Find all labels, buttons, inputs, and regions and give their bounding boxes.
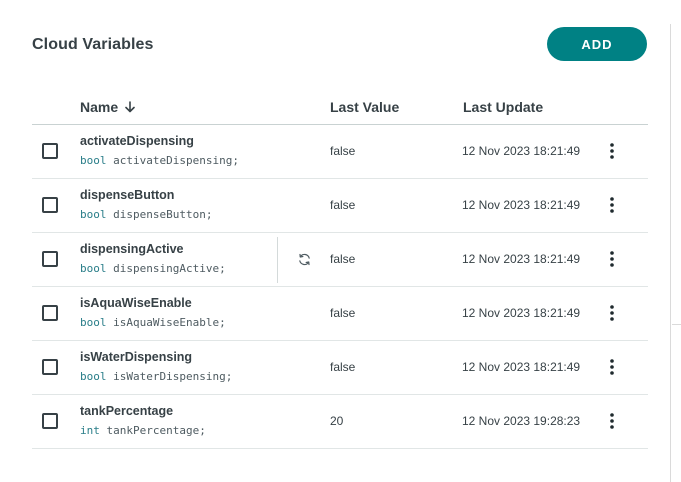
table-row[interactable]: dispensingActive bool dispensingActive; … <box>32 233 648 287</box>
variable-type: bool <box>80 370 107 383</box>
variable-type: int <box>80 424 100 437</box>
column-header-last-update: Last Update <box>463 99 544 115</box>
last-update: 12 Nov 2023 18:21:49 <box>462 252 581 266</box>
variable-declaration-name: isWaterDispensing; <box>113 370 233 383</box>
row-checkbox[interactable] <box>42 143 58 159</box>
variable-declaration: bool isAquaWiseEnable; <box>80 316 226 329</box>
variable-name[interactable]: isWaterDispensing <box>80 350 192 364</box>
variable-declaration: int tankPercentage; <box>80 424 206 437</box>
table-row[interactable]: isAquaWiseEnable bool isAquaWiseEnable; … <box>32 287 648 341</box>
column-header-name[interactable]: Name <box>80 99 136 115</box>
variable-name[interactable]: tankPercentage <box>80 404 173 418</box>
variable-declaration: bool activateDispensing; <box>80 154 239 167</box>
last-value: 20 <box>330 414 344 428</box>
variable-declaration-name: dispensingActive; <box>113 262 226 275</box>
variable-name[interactable]: isAquaWiseEnable <box>80 296 192 310</box>
table-row[interactable]: tankPercentage int tankPercentage; 20 12… <box>32 395 648 449</box>
variable-type: bool <box>80 262 107 275</box>
row-checkbox[interactable] <box>42 305 58 321</box>
table-header: Name Last Value Last Update <box>32 92 648 125</box>
variable-type: bool <box>80 154 107 167</box>
vertical-dots-icon[interactable] <box>606 196 618 214</box>
last-update: 12 Nov 2023 19:28:23 <box>462 414 581 428</box>
variable-declaration: bool dispenseButton; <box>80 208 212 221</box>
last-update: 12 Nov 2023 18:21:49 <box>462 144 581 158</box>
last-value: false <box>330 198 356 212</box>
vertical-dots-icon[interactable] <box>606 304 618 322</box>
table-row[interactable]: dispenseButton bool dispenseButton; fals… <box>32 179 648 233</box>
sync-icon[interactable] <box>297 252 312 267</box>
variable-type: bool <box>80 316 107 329</box>
row-checkbox[interactable] <box>42 251 58 267</box>
last-value: false <box>330 144 356 158</box>
vertical-dots-icon[interactable] <box>606 358 618 376</box>
variable-name[interactable]: dispenseButton <box>80 188 174 202</box>
row-checkbox[interactable] <box>42 413 58 429</box>
variable-declaration: bool isWaterDispensing; <box>80 370 232 383</box>
panel-divider-tick <box>672 324 681 325</box>
variable-declaration-name: activateDispensing; <box>113 154 239 167</box>
table-row[interactable]: isWaterDispensing bool isWaterDispensing… <box>32 341 648 395</box>
column-header-last-value: Last Value <box>330 99 400 115</box>
variable-declaration-name: tankPercentage; <box>106 424 206 437</box>
vertical-dots-icon[interactable] <box>606 142 618 160</box>
last-update: 12 Nov 2023 18:21:49 <box>462 360 581 374</box>
last-value: false <box>330 360 356 374</box>
arrow-down-icon[interactable] <box>124 101 136 113</box>
variables-table: Name Last Value Last Update activateDisp… <box>32 92 648 449</box>
variable-declaration-name: dispenseButton; <box>113 208 213 221</box>
variable-declaration-name: isAquaWiseEnable; <box>113 316 226 329</box>
last-update: 12 Nov 2023 18:21:49 <box>462 198 581 212</box>
row-checkbox[interactable] <box>42 359 58 375</box>
variable-declaration: bool dispensingActive; <box>80 262 226 275</box>
column-header-name-label: Name <box>80 99 119 115</box>
table-body: activateDispensing bool activateDispensi… <box>32 125 648 449</box>
cloud-variables-panel: Cloud Variables ADD Name Last Value Last… <box>0 0 681 482</box>
table-row[interactable]: activateDispensing bool activateDispensi… <box>32 125 648 179</box>
row-hover-divider <box>277 237 278 283</box>
variable-type: bool <box>80 208 107 221</box>
panel-divider <box>670 24 671 482</box>
vertical-dots-icon[interactable] <box>606 412 618 430</box>
variable-name[interactable]: dispensingActive <box>80 242 184 256</box>
last-update: 12 Nov 2023 18:21:49 <box>462 306 581 320</box>
row-checkbox[interactable] <box>42 197 58 213</box>
variable-name[interactable]: activateDispensing <box>80 134 194 148</box>
vertical-dots-icon[interactable] <box>606 250 618 268</box>
page-title: Cloud Variables <box>32 36 154 53</box>
last-value: false <box>330 252 356 266</box>
add-variable-button[interactable]: ADD <box>547 27 647 61</box>
last-value: false <box>330 306 356 320</box>
